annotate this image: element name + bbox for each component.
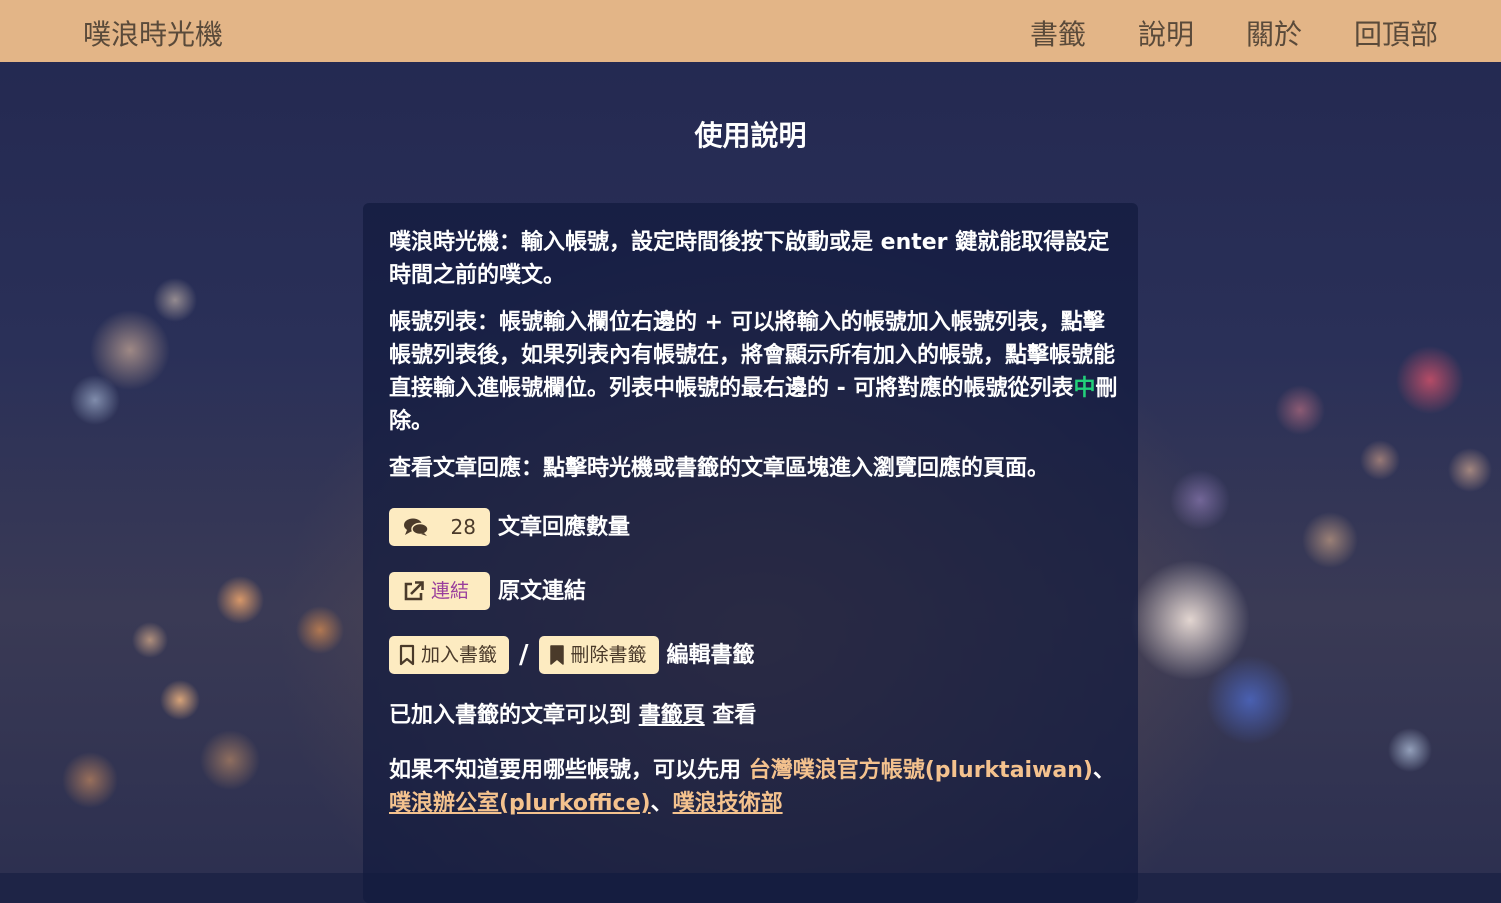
brand-link[interactable]: 噗浪時光機: [83, 13, 223, 53]
bookmark-page-text-end: 查看: [712, 703, 757, 728]
navbar: 噗浪時光機 書籤 說明 關於 回頂部: [0, 0, 1501, 62]
suggest-separator-2: 、: [650, 791, 673, 816]
help-account-list: 帳號列表：帳號輸入欄位右邊的 + 可以將輸入的帳號加入帳號列表，點擊帳號列表後，…: [389, 306, 1119, 438]
highlight-text: 中: [1073, 376, 1096, 401]
remove-bookmark-label: 刪除書籤: [570, 643, 647, 666]
plurktaiwan-link[interactable]: 台灣噗浪官方帳號(plurktaiwan): [749, 758, 1093, 783]
help-intro: 噗浪時光機：輸入帳號，設定時間後按下啟動或是 enter 鍵就能取得設定時間之前…: [389, 230, 1110, 288]
original-link-button[interactable]: 連結: [389, 572, 490, 610]
bookmark-row: 加入書籤 / 刪除書籤 編輯書籤: [389, 635, 1119, 675]
reply-count-row: 28 文章回應數量: [389, 507, 1119, 547]
suggest-separator-1: 、: [1092, 758, 1115, 783]
bookmark-desc: 編輯書籤: [666, 642, 755, 668]
bookmark-outline-icon: [399, 644, 415, 666]
link-row: 連結 原文連結: [389, 571, 1119, 611]
nav-links: 書籤 說明 關於 回頂部: [978, 13, 1438, 53]
nav-help[interactable]: 說明: [1138, 13, 1194, 53]
help-view-replies: 查看文章回應：點擊時光機或書籤的文章區塊進入瀏覽回應的頁面。: [389, 456, 1050, 481]
add-bookmark-button[interactable]: 加入書籤: [389, 636, 510, 674]
link-desc: 原文連結: [498, 578, 587, 604]
bookmark-filled-icon: [549, 644, 565, 666]
nav-bookmarks[interactable]: 書籤: [1030, 13, 1086, 53]
slash-separator: /: [519, 639, 529, 670]
suggest-text: 如果不知道要用哪些帳號，可以先用: [389, 758, 742, 783]
bookmark-page-text: 已加入書籤的文章可以到: [389, 703, 632, 728]
page-title: 使用說明: [694, 119, 807, 152]
link-label: 連結: [431, 579, 470, 602]
suggest-accounts: 如果不知道要用哪些帳號，可以先用 台灣噗浪官方帳號(plurktaiwan)、噗…: [389, 754, 1119, 820]
nav-back-to-top[interactable]: 回頂部: [1354, 13, 1438, 53]
account-list-text: 帳號列表：帳號輸入欄位右邊的 + 可以將輸入的帳號加入帳號列表，點擊帳號列表後，…: [389, 310, 1116, 401]
plurk-tech-link[interactable]: 噗浪技術部: [673, 791, 783, 816]
bookmark-page-info: 已加入書籤的文章可以到 書籤頁 查看: [389, 699, 1119, 732]
help-content: 噗浪時光機：輸入帳號，設定時間後按下啟動或是 enter 鍵就能取得設定時間之前…: [389, 226, 1119, 834]
external-link-icon: [403, 580, 425, 602]
reply-count-badge[interactable]: 28: [389, 508, 490, 546]
remove-bookmark-button[interactable]: 刪除書籤: [538, 636, 659, 674]
comments-icon: [403, 517, 429, 537]
add-bookmark-label: 加入書籤: [421, 643, 498, 666]
plurkoffice-link[interactable]: 噗浪辦公室(plurkoffice): [389, 791, 651, 816]
bookmark-page-link[interactable]: 書籤頁: [639, 703, 705, 728]
reply-count-desc: 文章回應數量: [498, 514, 631, 540]
reply-count-value: 28: [450, 514, 476, 539]
nav-about[interactable]: 關於: [1246, 13, 1302, 53]
